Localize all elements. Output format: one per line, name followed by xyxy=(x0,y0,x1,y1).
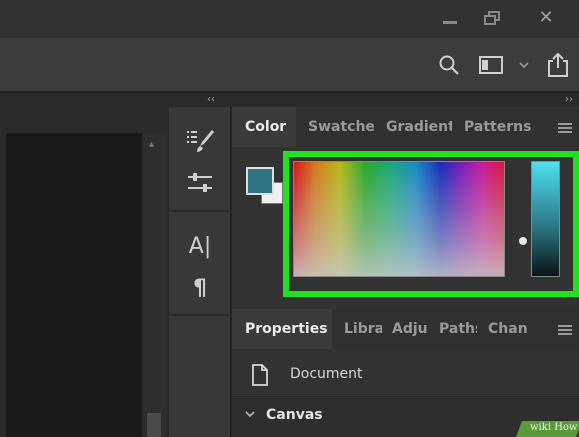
canvas-section-label: Canvas xyxy=(266,407,323,423)
properties-panel-tabs: Properties Libra Adju Paths Chan xyxy=(232,309,579,349)
character-icon[interactable]: A| xyxy=(175,231,225,261)
search-icon[interactable] xyxy=(436,52,462,78)
vertical-scrollbar[interactable]: ▴ xyxy=(144,133,166,437)
restore-icon xyxy=(484,11,500,25)
right-panel-dock: Color Swatches Gradients Patterns Proper… xyxy=(231,107,579,437)
tab-paths[interactable]: Paths xyxy=(439,321,477,337)
tab-gradients[interactable]: Gradients xyxy=(386,119,452,135)
panel-menu-icon[interactable] xyxy=(558,325,572,335)
tool-divider xyxy=(169,314,231,316)
tab-adjustments[interactable]: Adju xyxy=(392,321,428,337)
color-spectrum[interactable] xyxy=(293,161,505,277)
slider-handle-icon[interactable] xyxy=(519,237,527,245)
chevron-down-icon[interactable] xyxy=(516,52,532,78)
tab-swatches[interactable]: Swatches xyxy=(308,119,374,135)
canvas-area[interactable]: ▴ xyxy=(0,93,168,437)
paragraph-icon[interactable]: ¶ xyxy=(175,273,225,303)
tab-patterns[interactable]: Patterns xyxy=(464,119,534,135)
panel-dock-header: ›› xyxy=(230,93,579,107)
document-icon xyxy=(248,363,272,387)
color-panel-body xyxy=(232,147,579,305)
panel-icon-strip: A| ¶ xyxy=(168,107,231,437)
tool-divider xyxy=(169,210,231,212)
adjustments-sliders-icon[interactable] xyxy=(175,169,225,197)
tab-properties[interactable]: Properties xyxy=(245,321,328,337)
scrollbar-thumb[interactable] xyxy=(147,413,161,437)
close-icon: ✕ xyxy=(538,7,554,28)
foreground-color-swatch[interactable] xyxy=(246,167,274,195)
options-bar xyxy=(0,38,579,92)
panel-menu-icon[interactable] xyxy=(558,123,572,133)
minimize-button[interactable] xyxy=(432,6,468,30)
restore-button[interactable] xyxy=(474,6,510,30)
chevron-down-icon[interactable] xyxy=(244,409,256,422)
title-bar: ✕ xyxy=(0,0,579,38)
tool-strip-header: ‹‹ xyxy=(168,93,230,107)
workspace-icon[interactable] xyxy=(478,52,504,78)
tab-channels[interactable]: Chan xyxy=(488,321,528,337)
minimize-icon xyxy=(443,20,457,24)
share-icon[interactable] xyxy=(545,52,571,78)
document-label: Document xyxy=(290,366,363,382)
document-properties-row: Document xyxy=(232,353,579,397)
close-button[interactable]: ✕ xyxy=(528,6,564,30)
document-canvas[interactable] xyxy=(6,133,142,437)
watermark-text: wiki How xyxy=(530,422,578,433)
tab-libraries[interactable]: Libra xyxy=(344,321,382,337)
hue-slider[interactable] xyxy=(531,161,560,277)
color-panel-tabs: Color Swatches Gradients Patterns xyxy=(232,107,579,147)
brush-settings-icon[interactable] xyxy=(175,127,225,155)
collapse-left-icon[interactable]: ‹‹ xyxy=(207,93,215,107)
tab-color[interactable]: Color xyxy=(245,119,286,135)
expand-right-icon[interactable]: ›› xyxy=(565,93,573,107)
scroll-up-icon[interactable]: ▴ xyxy=(149,139,154,150)
